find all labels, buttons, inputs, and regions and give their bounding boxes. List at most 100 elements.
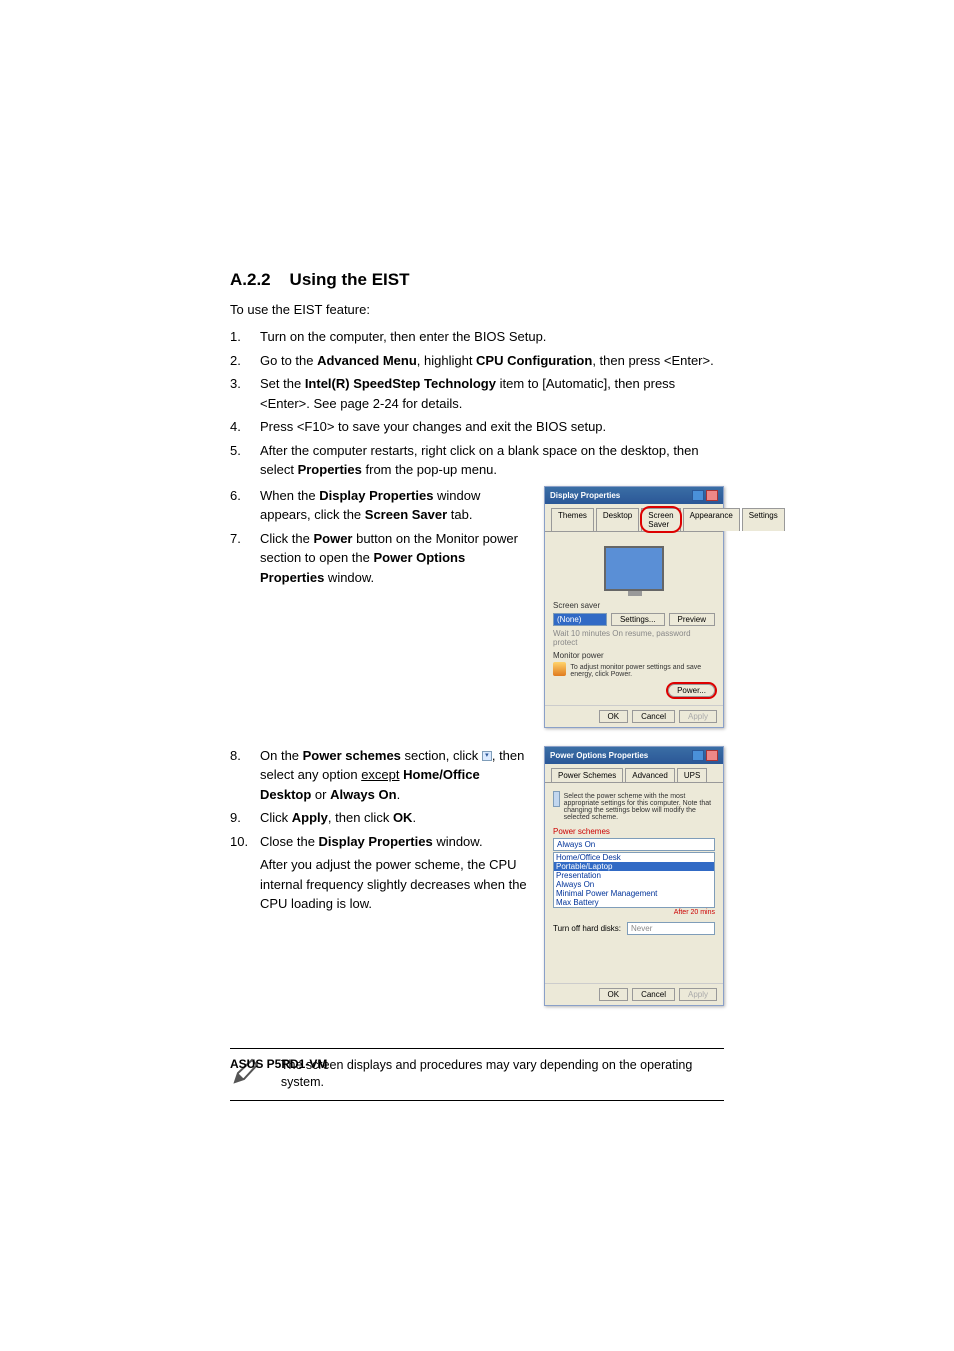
- list-item[interactable]: Home/Office Desk: [554, 853, 714, 862]
- tab-desktop[interactable]: Desktop: [596, 508, 639, 531]
- heading-number: A.2.2: [230, 270, 271, 289]
- list-item[interactable]: Portable/Laptop: [554, 862, 714, 871]
- note-text: The screen displays and procedures may v…: [281, 1057, 724, 1092]
- ok-button[interactable]: OK: [599, 988, 629, 1001]
- step-body: Click the Power button on the Monitor po…: [260, 529, 530, 588]
- step-number: 3.: [230, 374, 260, 413]
- tab-power-schemes[interactable]: Power Schemes: [551, 768, 623, 782]
- step-number: 2.: [230, 351, 260, 371]
- after-label: After 20 mins: [553, 909, 715, 916]
- step-7: 7. Click the Power button on the Monitor…: [230, 529, 530, 588]
- step-number: 7.: [230, 529, 260, 588]
- help-icon[interactable]: [692, 750, 704, 761]
- step-5: 5. After the computer restarts, right cl…: [230, 441, 724, 480]
- help-icon[interactable]: [692, 490, 704, 501]
- step-2: 2. Go to the Advanced Menu, highlight CP…: [230, 351, 724, 371]
- step-body: Click Apply, then click OK.: [260, 808, 530, 828]
- bold-text: Display Properties: [319, 488, 433, 503]
- monitor-power-label: Monitor power: [553, 651, 715, 660]
- bold-text: Power: [313, 531, 352, 546]
- list-item[interactable]: Max Battery: [554, 898, 714, 907]
- window-title: Power Options Properties: [550, 751, 648, 760]
- apply-button[interactable]: Apply: [679, 710, 717, 723]
- step-3: 3. Set the Intel(R) SpeedStep Technology…: [230, 374, 724, 413]
- cancel-button[interactable]: Cancel: [632, 710, 675, 723]
- step-list-mid: 6. When the Display Properties window ap…: [230, 486, 530, 588]
- step-1: 1. Turn on the computer, then enter the …: [230, 327, 724, 347]
- step-body: When the Display Properties window appea…: [260, 486, 530, 525]
- power-button[interactable]: Power...: [668, 684, 715, 697]
- step-body: After the computer restarts, right click…: [260, 441, 724, 480]
- tail-text: After you adjust the power scheme, the C…: [260, 855, 530, 914]
- tab-settings[interactable]: Settings: [742, 508, 785, 531]
- step-number: 4.: [230, 417, 260, 437]
- cancel-button[interactable]: Cancel: [632, 988, 675, 1001]
- step-4: 4. Press <F10> to save your changes and …: [230, 417, 724, 437]
- turnoff-label: Turn off hard disks:: [553, 924, 621, 933]
- section-heading: A.2.2 Using the EIST: [230, 270, 724, 290]
- page-footer: ASUS P5RD1-VM: [230, 1057, 327, 1071]
- settings-button[interactable]: Settings...: [611, 613, 665, 626]
- step-body: Turn on the computer, then enter the BIO…: [260, 327, 724, 347]
- power-scheme-options[interactable]: Home/Office Desk Portable/Laptop Present…: [553, 852, 715, 908]
- tab-themes[interactable]: Themes: [551, 508, 594, 531]
- step-body: Close the Display Properties window.: [260, 832, 530, 852]
- turnoff-select[interactable]: Never: [627, 922, 715, 935]
- bold-text: Apply: [292, 810, 328, 825]
- step-8: 8. On the Power schemes section, click ▾…: [230, 746, 530, 805]
- step-body: Press <F10> to save your changes and exi…: [260, 417, 724, 437]
- tab-ups[interactable]: UPS: [677, 768, 707, 782]
- step-list-bot: 8. On the Power schemes section, click ▾…: [230, 746, 530, 852]
- heading-title: Using the EIST: [290, 270, 410, 289]
- step-body: Set the Intel(R) SpeedStep Technology it…: [260, 374, 724, 413]
- monitor-power-desc: To adjust monitor power settings and sav…: [570, 664, 715, 678]
- bold-text: Properties: [298, 462, 362, 477]
- display-properties-dialog: Display Properties Themes Desktop Screen…: [544, 486, 724, 728]
- bold-text: Advanced Menu: [317, 353, 417, 368]
- list-item[interactable]: Always On: [554, 880, 714, 889]
- list-item[interactable]: Presentation: [554, 871, 714, 880]
- step-6: 6. When the Display Properties window ap…: [230, 486, 530, 525]
- list-item[interactable]: Minimal Power Management: [554, 889, 714, 898]
- step-list-top: 1. Turn on the computer, then enter the …: [230, 327, 724, 480]
- step-number: 5.: [230, 441, 260, 480]
- step-body: On the Power schemes section, click ▾, t…: [260, 746, 530, 805]
- step-number: 10.: [230, 832, 260, 852]
- step-number: 9.: [230, 808, 260, 828]
- tab-advanced[interactable]: Advanced: [625, 768, 675, 782]
- screen-saver-select[interactable]: (None): [553, 613, 607, 626]
- titlebar: Power Options Properties: [545, 747, 723, 764]
- close-icon[interactable]: [706, 750, 718, 761]
- close-icon[interactable]: [706, 490, 718, 501]
- power-schemes-label: Power schemes: [553, 827, 715, 836]
- step-number: 6.: [230, 486, 260, 525]
- ok-button[interactable]: OK: [599, 710, 629, 723]
- power-icon: [553, 662, 566, 676]
- preview-button[interactable]: Preview: [669, 613, 715, 626]
- apply-button[interactable]: Apply: [679, 988, 717, 1001]
- underline-text: except: [361, 767, 399, 782]
- power-scheme-select[interactable]: Always On: [553, 838, 715, 851]
- bold-text: Intel(R) SpeedStep Technology: [305, 376, 496, 391]
- titlebar: Display Properties: [545, 487, 723, 504]
- bold-text: CPU Configuration: [476, 353, 592, 368]
- window-title: Display Properties: [550, 491, 620, 500]
- screen-saver-label: Screen saver: [553, 601, 715, 610]
- step-10: 10. Close the Display Properties window.: [230, 832, 530, 852]
- intro-text: To use the EIST feature:: [230, 302, 724, 317]
- bold-text: OK: [393, 810, 413, 825]
- wait-row: Wait 10 minutes On resume, password prot…: [553, 629, 715, 647]
- tabstrip: Themes Desktop Screen Saver Appearance S…: [545, 504, 723, 532]
- step-body: Go to the Advanced Menu, highlight CPU C…: [260, 351, 724, 371]
- power-scheme-desc: Select the power scheme with the most ap…: [564, 793, 715, 821]
- tab-screen-saver[interactable]: Screen Saver: [641, 508, 680, 531]
- step-number: 1.: [230, 327, 260, 347]
- note-block: The screen displays and procedures may v…: [230, 1048, 724, 1101]
- bold-text: Power schemes: [303, 748, 401, 763]
- bold-text: Display Properties: [319, 834, 433, 849]
- step-number: 8.: [230, 746, 260, 805]
- tab-appearance[interactable]: Appearance: [683, 508, 740, 531]
- chevron-down-icon: ▾: [482, 751, 492, 761]
- power-options-dialog: Power Options Properties Power Schemes A…: [544, 746, 724, 1006]
- tabstrip: Power Schemes Advanced UPS: [545, 764, 723, 783]
